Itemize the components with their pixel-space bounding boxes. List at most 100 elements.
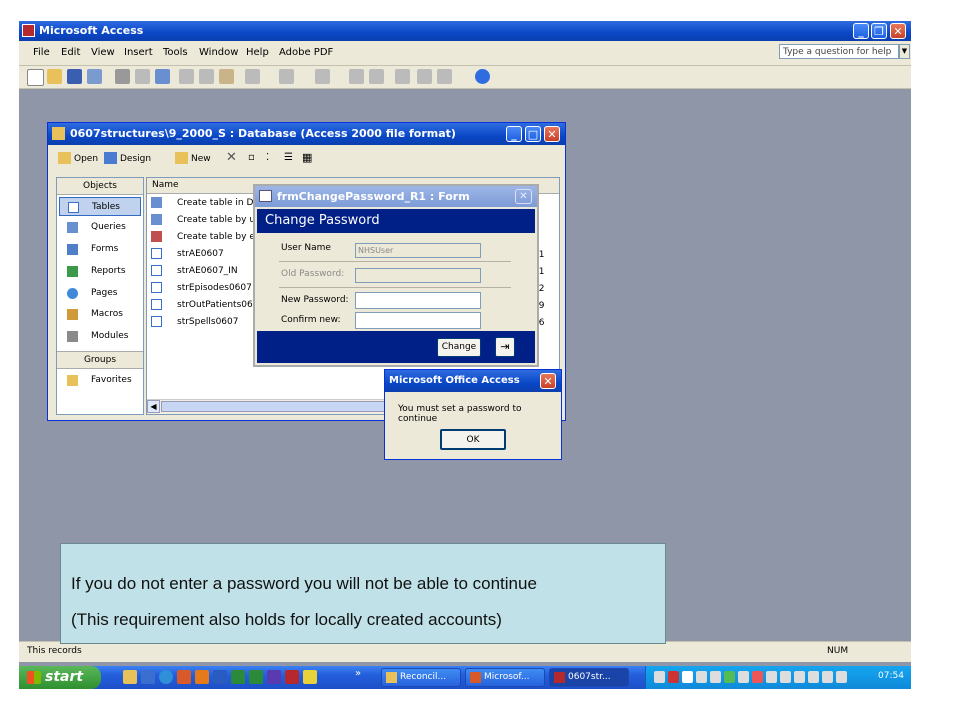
taskbar-item-0607str[interactable]: 0607str... [549, 668, 629, 687]
old-password-label: Old Password: [281, 269, 345, 279]
object-tables[interactable]: Tables [59, 197, 141, 216]
db-minimize-icon[interactable]: _ [506, 126, 522, 142]
cut-icon[interactable] [179, 69, 194, 84]
taskbar-item-reconcil[interactable]: Reconcil... [381, 668, 461, 687]
tray-volume-icon[interactable] [794, 671, 805, 683]
db-close-icon[interactable]: ✕ [544, 126, 560, 142]
app-title-bar: Microsoft Access _ ❐ ✕ [19, 21, 911, 41]
new-button[interactable]: New [191, 154, 211, 164]
relationships-icon[interactable] [417, 69, 432, 84]
object-macros[interactable]: Macros [59, 305, 141, 324]
menu-edit[interactable]: Edit [61, 47, 80, 58]
tray-sync-icon[interactable] [822, 671, 833, 683]
delete-icon[interactable]: ✕ [226, 150, 237, 165]
name-column-header[interactable]: Name [152, 178, 179, 193]
scroll-thumb[interactable] [161, 401, 421, 412]
print-preview-icon[interactable] [135, 69, 150, 84]
confirm-new-field[interactable] [355, 312, 481, 329]
tray-printer-icon[interactable] [710, 671, 721, 683]
project-icon[interactable] [249, 670, 263, 684]
minimize-icon[interactable]: _ [853, 23, 869, 39]
small-icons-icon[interactable]: ⁚ [266, 152, 269, 163]
new-object-icon[interactable] [437, 69, 452, 84]
menu-adobe-pdf[interactable]: Adobe PDF [279, 47, 333, 58]
menu-window[interactable]: Window [199, 47, 238, 58]
paste-icon[interactable] [219, 69, 234, 84]
new-file-icon[interactable] [27, 69, 44, 86]
list-view-icon[interactable]: ☰ [284, 152, 293, 163]
form-body: User Name NHSUser Old Password: New Pass… [257, 233, 535, 331]
start-button[interactable]: start [19, 666, 101, 689]
ok-button[interactable]: OK [440, 429, 506, 450]
tray-wifi-icon[interactable] [766, 671, 777, 683]
search-icon[interactable] [303, 670, 317, 684]
user-name-field[interactable]: NHSUser [355, 243, 481, 258]
tray-update-icon[interactable] [724, 671, 735, 683]
windows-logo-icon [27, 671, 41, 684]
message-close-icon[interactable]: ✕ [540, 373, 556, 389]
menu-tools[interactable]: Tools [163, 47, 188, 58]
tray-s-icon[interactable] [682, 671, 693, 683]
folder-icon[interactable] [123, 670, 137, 684]
taskbar-item-microsoft[interactable]: Microsof... [465, 668, 545, 687]
menu-view[interactable]: View [91, 47, 115, 58]
form-close-icon[interactable]: ✕ [515, 189, 532, 204]
undo-icon[interactable] [245, 69, 260, 84]
print-icon[interactable] [115, 69, 130, 84]
design-button[interactable]: Design [120, 154, 151, 164]
open-button[interactable]: Open [74, 154, 98, 164]
close-icon[interactable]: ✕ [890, 23, 906, 39]
exit-door-icon[interactable]: ⇥ [495, 337, 515, 357]
menu-insert[interactable]: Insert [124, 47, 153, 58]
object-modules[interactable]: Modules [59, 327, 141, 346]
word-icon[interactable] [213, 670, 227, 684]
tray-monitor-icon[interactable] [696, 671, 707, 683]
tray-network-icon[interactable] [654, 671, 665, 683]
menu-help[interactable]: Help [246, 47, 269, 58]
analyze-icon[interactable] [315, 69, 330, 84]
save-icon[interactable] [67, 69, 82, 84]
ask-question-input[interactable]: Type a question for help [779, 44, 899, 59]
tray-messenger-icon[interactable] [780, 671, 791, 683]
change-button[interactable]: Change [437, 338, 481, 357]
object-reports[interactable]: Reports [59, 262, 141, 281]
wizard-icon [151, 197, 162, 208]
group-favorites[interactable]: Favorites [59, 371, 141, 390]
access-icon[interactable] [285, 670, 299, 684]
menu-file[interactable]: File [33, 47, 50, 58]
script-icon[interactable] [369, 69, 384, 84]
chevron-down-icon[interactable]: ▼ [899, 44, 910, 59]
new-password-field[interactable] [355, 292, 481, 309]
tray-battery-icon[interactable] [808, 671, 819, 683]
object-forms[interactable]: Forms [59, 240, 141, 259]
properties-icon[interactable] [395, 69, 410, 84]
tray-security-icon[interactable] [668, 671, 679, 683]
old-password-field[interactable] [355, 268, 481, 283]
details-view-icon[interactable]: ▦ [302, 151, 312, 164]
copy-icon[interactable] [199, 69, 214, 84]
publisher-icon[interactable] [267, 670, 281, 684]
outlook-icon[interactable] [177, 670, 191, 684]
office-links-icon[interactable] [279, 69, 294, 84]
tray-antivirus-icon[interactable] [752, 671, 763, 683]
database-window-title: 0607structures\9_2000_S : Database (Acce… [70, 127, 456, 140]
internet-explorer-icon[interactable] [159, 670, 173, 684]
tray-phone-icon[interactable] [836, 671, 847, 683]
table-icon [151, 316, 162, 327]
tray-shield-icon[interactable] [738, 671, 749, 683]
db-maximize-icon[interactable]: □ [525, 126, 541, 142]
powerpoint-icon[interactable] [195, 670, 209, 684]
open-folder-icon[interactable] [47, 69, 62, 84]
scroll-left-icon[interactable]: ◀ [147, 400, 160, 413]
search-file-icon[interactable] [87, 69, 102, 84]
large-icons-icon[interactable]: ▫ [248, 152, 255, 163]
browser-icon[interactable] [141, 670, 155, 684]
restore-icon[interactable]: ❐ [871, 23, 887, 39]
help-icon[interactable] [475, 69, 490, 84]
spelling-icon[interactable] [155, 69, 170, 84]
excel-icon[interactable] [231, 670, 245, 684]
object-pages[interactable]: Pages [59, 284, 141, 303]
object-queries[interactable]: Queries [59, 218, 141, 237]
more-chevron-icon[interactable]: » [355, 668, 361, 679]
code-icon[interactable] [349, 69, 364, 84]
